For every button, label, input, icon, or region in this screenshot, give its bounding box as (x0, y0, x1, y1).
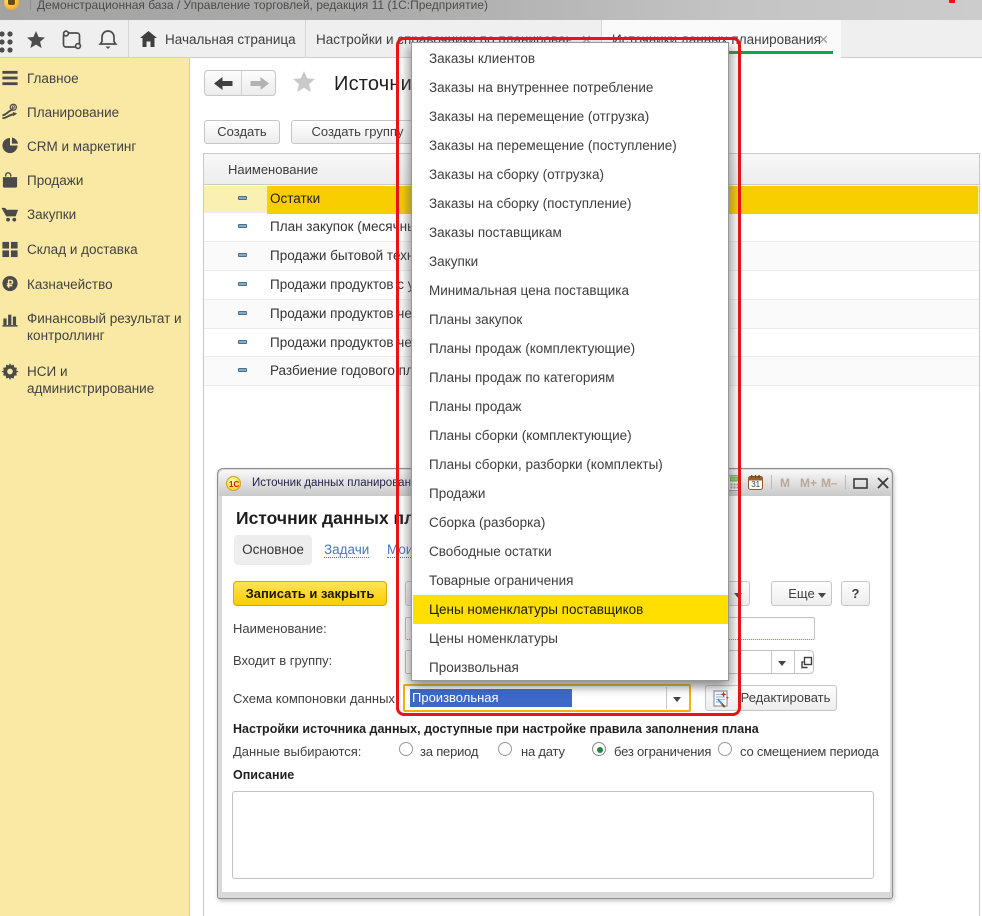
svg-text:₽: ₽ (12, 105, 16, 112)
svg-text:₽: ₽ (7, 279, 14, 290)
svg-text:31: 31 (751, 480, 760, 489)
